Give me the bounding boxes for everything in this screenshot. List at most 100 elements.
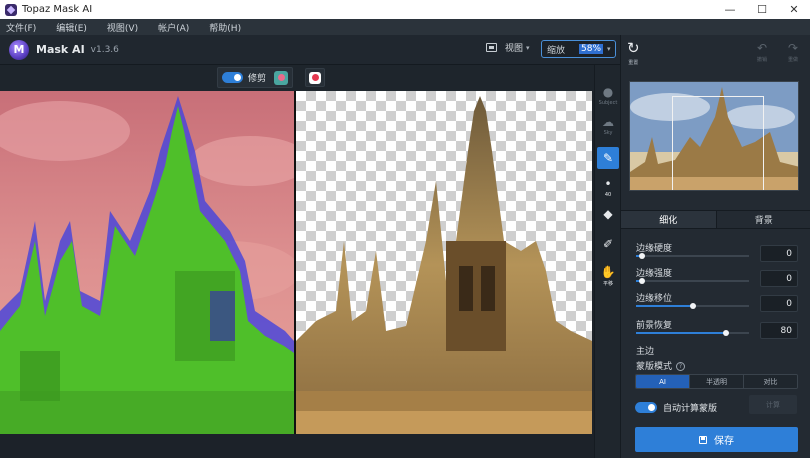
- brush-size-value: 40: [604, 192, 612, 198]
- brush-size-tool[interactable]: • 40: [597, 177, 619, 198]
- title-bar: Topaz Mask AI — ☐ ✕: [0, 0, 810, 19]
- auto-compute-label: 自动计算蒙版: [663, 403, 718, 414]
- redo-label: 重做: [788, 57, 799, 63]
- mask-mode-selector: AI 半透明 对比: [635, 374, 798, 389]
- tool-strip: ● Subject ☁ Sky ✎ • 40 ◆ ✐ ✋ 平移: [594, 65, 620, 458]
- edge-shift-value[interactable]: 0: [760, 295, 798, 312]
- canvas-toolbar: 修剪: [0, 65, 594, 91]
- fill-tool[interactable]: ◆: [597, 207, 619, 221]
- menu-edit[interactable]: 编辑(E): [56, 21, 87, 34]
- foreground-recovery-track[interactable]: [636, 330, 749, 336]
- maximize-button[interactable]: ☐: [746, 0, 778, 19]
- canvas-bottom-bar: [0, 434, 620, 458]
- zoom-label: 缩放: [547, 45, 566, 56]
- zoom-value[interactable]: 58%: [579, 44, 604, 54]
- subject-tool-label: Subject: [598, 100, 618, 106]
- navigator-preview[interactable]: [629, 81, 799, 191]
- save-button[interactable]: 保存: [635, 427, 798, 452]
- subject-icon: ●: [602, 85, 614, 99]
- app-name: Mask AI: [36, 43, 85, 56]
- help-icon[interactable]: ?: [676, 362, 686, 371]
- right-panel: ↻ 重置 ↶ 撤销 ↷ 重做 细化 背景 边缘硬度 0 边缘强度 0 边缘移位 …: [620, 35, 810, 458]
- sky-icon: ☁: [602, 115, 614, 129]
- pan-tool-label: 平移: [602, 281, 613, 287]
- edge-hardness-track[interactable]: [636, 253, 749, 259]
- refine-toggle[interactable]: [222, 72, 243, 83]
- edge-hardness-slider: 边缘硬度 0: [636, 241, 806, 262]
- edge-shift-track[interactable]: [636, 303, 749, 309]
- cutout-image: [296, 96, 592, 434]
- app-header: M Mask AI v1.3.6 视图 ▾ 缩放 58% ▾: [0, 35, 620, 65]
- zoom-dropdown[interactable]: 缩放 58% ▾: [541, 40, 616, 58]
- mask-overlay-swatch-icon[interactable]: [274, 70, 289, 85]
- view-dropdown[interactable]: 视图 ▾: [486, 41, 530, 54]
- foreground-recovery-value[interactable]: 80: [760, 322, 798, 339]
- cutout-preview-canvas[interactable]: [296, 91, 592, 434]
- foreground-recovery-fill: [636, 332, 727, 334]
- history-bar: ↻ 重置 ↶ 撤销 ↷ 重做: [621, 35, 810, 75]
- undo-label: 撤销: [757, 57, 768, 63]
- mask-overlay-image: [0, 91, 294, 434]
- background-color-icon: [309, 71, 321, 84]
- redo-button[interactable]: ↷ 重做: [788, 41, 798, 63]
- edge-hardness-value[interactable]: 0: [760, 245, 798, 262]
- chevron-down-icon: ▾: [607, 45, 611, 53]
- edge-shift-slider: 边缘移位 0: [636, 291, 806, 312]
- foreground-recovery-slider: 前景恢复 80: [636, 318, 806, 339]
- sky-tool[interactable]: ☁ Sky: [597, 115, 619, 136]
- panel-tabs: 细化 背景: [621, 210, 810, 229]
- eyedropper-tool[interactable]: ✐: [597, 237, 619, 251]
- menu-bar: 文件(F) 编辑(E) 视图(V) 帐户(A) 帮助(H): [0, 19, 810, 35]
- sky-tool-label: Sky: [603, 130, 613, 136]
- mask-mode-ai[interactable]: AI: [636, 375, 689, 388]
- undo-icon: ↶: [757, 41, 768, 55]
- foreground-recovery-knob[interactable]: [723, 330, 730, 336]
- navigator-viewport-frame[interactable]: [672, 96, 764, 190]
- menu-view[interactable]: 视图(V): [107, 21, 138, 34]
- tab-refine[interactable]: 细化: [621, 211, 716, 228]
- edge-strength-slider: 边缘强度 0: [636, 266, 806, 287]
- section-title: 主边: [636, 347, 655, 357]
- reset-button[interactable]: ↻ 重置: [627, 39, 640, 66]
- mask-overlay-canvas[interactable]: [0, 91, 294, 434]
- background-color-button[interactable]: [305, 68, 325, 87]
- save-disk-icon: [699, 435, 707, 444]
- pan-tool[interactable]: ✋ 平移: [597, 265, 619, 287]
- edge-hardness-knob[interactable]: [638, 253, 645, 259]
- menu-help[interactable]: 帮助(H): [209, 21, 241, 34]
- edge-strength-value[interactable]: 0: [760, 270, 798, 287]
- compute-button[interactable]: 计算: [749, 395, 797, 414]
- fill-bucket-icon: ◆: [603, 207, 613, 221]
- menu-account[interactable]: 帐户(A): [158, 21, 189, 34]
- brush-icon: ✎: [602, 151, 614, 165]
- eyedropper-icon: ✐: [602, 237, 614, 251]
- mask-ai-logo-icon: M: [9, 39, 29, 60]
- mask-mode-heading: 蒙版模式?: [636, 359, 686, 372]
- edge-strength-track[interactable]: [636, 278, 749, 284]
- reset-label: 重置: [628, 60, 639, 66]
- brush-size-icon: •: [604, 177, 612, 191]
- undo-button[interactable]: ↶ 撤销: [757, 41, 767, 63]
- menu-file[interactable]: 文件(F): [6, 21, 36, 34]
- tab-background[interactable]: 背景: [715, 211, 810, 228]
- hand-icon: ✋: [600, 265, 616, 279]
- reset-icon: ↻: [627, 39, 640, 57]
- mask-mode-translucent[interactable]: 半透明: [689, 375, 743, 388]
- view-mode-icon: [486, 43, 497, 52]
- brush-tool[interactable]: ✎: [597, 147, 619, 169]
- refine-toggle-group: 修剪: [217, 67, 293, 88]
- window-title: Topaz Mask AI: [22, 4, 93, 15]
- mask-mode-label: 蒙版模式: [636, 362, 673, 372]
- app-icon: [5, 3, 17, 16]
- edge-strength-knob[interactable]: [638, 278, 645, 284]
- window-controls: — ☐ ✕: [714, 0, 810, 19]
- close-button[interactable]: ✕: [778, 0, 810, 19]
- subject-tool[interactable]: ● Subject: [597, 85, 619, 106]
- refine-label: 修剪: [248, 74, 267, 84]
- view-label: 视图: [505, 44, 524, 54]
- auto-compute-toggle[interactable]: [635, 401, 657, 413]
- mask-mode-contrast[interactable]: 对比: [743, 375, 797, 388]
- save-button-label: 保存: [714, 436, 734, 447]
- minimize-button[interactable]: —: [714, 0, 746, 19]
- edge-shift-knob[interactable]: [689, 303, 696, 309]
